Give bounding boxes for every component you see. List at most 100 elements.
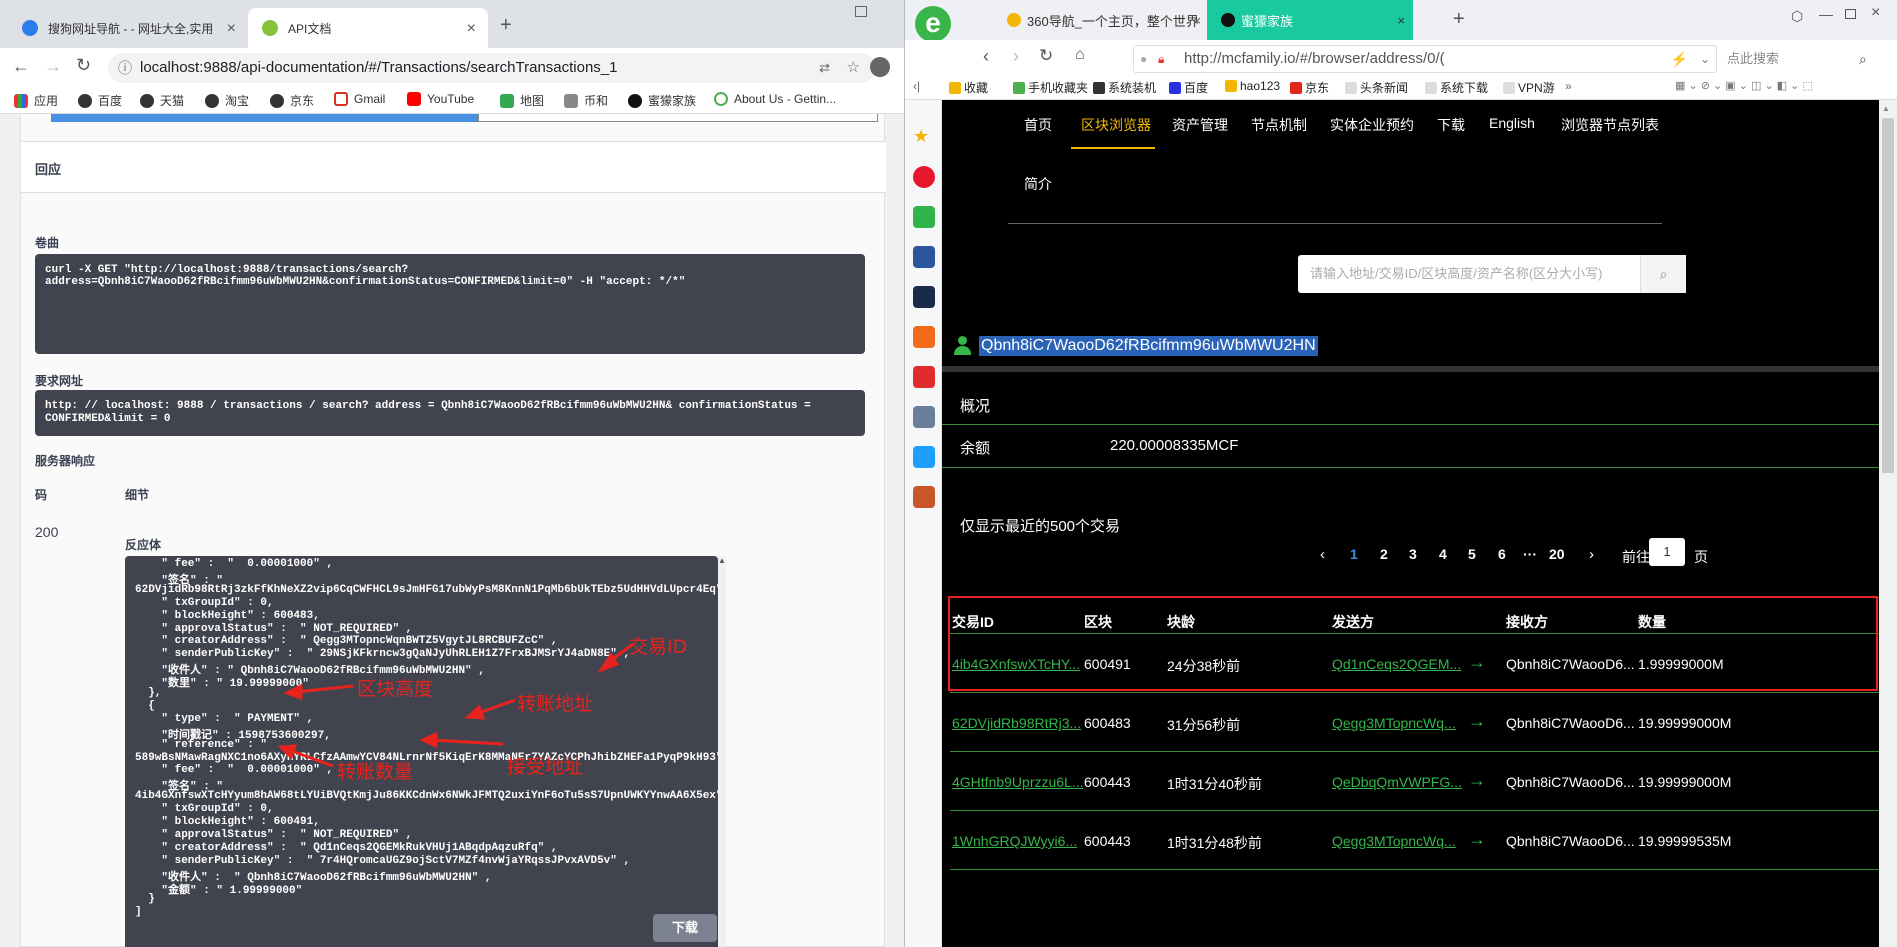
- scroll-thumb[interactable]: [1882, 118, 1894, 473]
- pagination-page[interactable]: 6: [1498, 546, 1506, 562]
- nav-english[interactable]: English: [1489, 115, 1535, 131]
- sogou-favicon-icon: [22, 20, 38, 36]
- close-icon[interactable]: ×: [1397, 13, 1405, 28]
- novel-icon[interactable]: [913, 326, 935, 348]
- extension-icons[interactable]: ▦ ⌄ ⊘ ⌄ ▣ ⌄ ◫ ⌄ ◧ ⌄ ⬚: [1675, 79, 1813, 92]
- bookmark-baidu[interactable]: 百度: [78, 92, 122, 109]
- fav-news[interactable]: 头条新闻: [1345, 79, 1408, 96]
- tab-mcfamily[interactable]: 蜜獴家族 ×: [1207, 0, 1413, 40]
- maximize-icon[interactable]: [855, 6, 867, 17]
- app-icon[interactable]: [913, 286, 935, 308]
- forward-arrow-icon[interactable]: ›: [1013, 46, 1019, 67]
- close-icon[interactable]: ×: [1193, 13, 1201, 28]
- mail-icon[interactable]: [913, 206, 935, 228]
- game-2-icon[interactable]: [913, 486, 935, 508]
- tab-sogou[interactable]: 搜狗网址导航 - - 网址大全,实用 ×: [8, 8, 248, 48]
- star-icon[interactable]: ☆: [847, 53, 860, 83]
- pagination-page[interactable]: 4: [1439, 546, 1447, 562]
- bookmark-jd[interactable]: 京东: [270, 92, 314, 109]
- tab-api-docs[interactable]: API文档 ×: [248, 8, 488, 48]
- scroll-up-icon[interactable]: ▲: [1882, 104, 1890, 113]
- pagination-prev[interactable]: ‹: [1320, 546, 1325, 563]
- fav-system[interactable]: 系统装机: [1093, 79, 1156, 96]
- pagination-ellipsis[interactable]: ···: [1523, 546, 1537, 562]
- goto-page-input[interactable]: 1: [1649, 538, 1685, 566]
- pagination-page[interactable]: 1: [1350, 546, 1358, 562]
- bookmark-gmail[interactable]: Gmail: [334, 92, 385, 106]
- address-bar[interactable]: ● 🔒︎ http://mcfamily.io/#/browser/addres…: [1133, 45, 1717, 73]
- search-box[interactable]: 点此搜索 ⌕: [1717, 45, 1883, 73]
- sender-link[interactable]: QeDbqQmVWPFG...: [1332, 774, 1462, 790]
- bookmark-about-us[interactable]: About Us - Gettin...: [714, 92, 836, 106]
- p-app-icon[interactable]: [913, 446, 935, 468]
- pagination-page[interactable]: 20: [1549, 546, 1565, 562]
- pagination-page[interactable]: 5: [1468, 546, 1476, 562]
- shop-icon[interactable]: [913, 366, 935, 388]
- nav-intro[interactable]: 简介: [1024, 174, 1052, 194]
- nav-home[interactable]: 首页: [1024, 115, 1052, 135]
- browser-logo-icon[interactable]: e: [915, 6, 951, 42]
- account-avatar-icon[interactable]: [870, 57, 890, 77]
- fav-hao123[interactable]: hao123: [1225, 79, 1280, 93]
- word-icon[interactable]: [913, 246, 935, 268]
- bookmark-youtube[interactable]: YouTube: [407, 92, 474, 106]
- close-icon[interactable]: ×: [227, 20, 236, 38]
- hao123-icon: [1225, 80, 1237, 92]
- dropdown-icon[interactable]: ⌄: [1700, 46, 1710, 72]
- minimize-icon[interactable]: —: [1819, 6, 1833, 22]
- pagination-page[interactable]: 3: [1409, 546, 1417, 562]
- back-arrow-icon[interactable]: ←: [12, 56, 30, 77]
- nav-download[interactable]: 下载: [1437, 115, 1465, 135]
- new-tab-button[interactable]: +: [500, 14, 512, 37]
- address-bar[interactable]: ⓘ localhost:9888/api-documentation/#/Tra…: [108, 53, 876, 83]
- bookmark-tmall[interactable]: 天猫: [140, 92, 184, 109]
- tab-360-nav[interactable]: 360导航_一个主页，整个世界 ×: [993, 0, 1205, 40]
- fav-collect[interactable]: 收藏: [949, 79, 988, 96]
- nav-asset-management[interactable]: 资产管理: [1172, 115, 1228, 135]
- sender-link[interactable]: Qegg3MTopncWq...: [1332, 833, 1456, 849]
- bookmark-bihe[interactable]: 币和: [564, 92, 608, 109]
- tx-id-link[interactable]: 62DVjidRb98RtRj3...: [952, 715, 1081, 731]
- fav-jd[interactable]: 京东: [1290, 79, 1329, 96]
- fav-baidu[interactable]: 百度: [1169, 79, 1208, 96]
- bookmark-mcfamily[interactable]: 蜜獴家族: [628, 92, 696, 109]
- address-search-input[interactable]: 请输入地址/交易ID/区块高度/资产名称(区分大小写): [1298, 255, 1640, 293]
- nav-node-mechanism[interactable]: 节点机制: [1251, 115, 1307, 135]
- bookmark-taobao[interactable]: 淘宝: [205, 92, 249, 109]
- more-favorites-button[interactable]: »: [1565, 79, 1572, 93]
- lightning-icon[interactable]: ⚡: [1671, 46, 1688, 72]
- sender-link[interactable]: Qegg3MTopncWq...: [1332, 715, 1456, 731]
- fav-download[interactable]: 系统下载: [1425, 79, 1488, 96]
- wallet-address[interactable]: Qbnh8iC7WaooD62fRBcifmm96uWbMWU2HN: [979, 336, 1318, 356]
- page-scrollbar[interactable]: ▲: [1879, 100, 1897, 947]
- skin-icon[interactable]: ⬡: [1791, 8, 1803, 25]
- nav-node-list[interactable]: 浏览器节点列表: [1561, 115, 1659, 135]
- game-icon[interactable]: [913, 406, 935, 428]
- search-button[interactable]: ⌕: [1640, 255, 1686, 293]
- back-arrow-icon[interactable]: ‹: [983, 46, 989, 67]
- fav-vpn[interactable]: VPN游: [1503, 79, 1555, 96]
- home-icon[interactable]: ⌂: [1075, 46, 1085, 64]
- nav-block-explorer[interactable]: 区块浏览器: [1081, 115, 1151, 135]
- bookmark-maps[interactable]: 地图: [500, 92, 544, 109]
- bookmark-apps[interactable]: 应用: [14, 92, 58, 109]
- search-icon[interactable]: ⌕: [1859, 45, 1867, 73]
- pagination-next[interactable]: ›: [1589, 546, 1594, 563]
- pagination-page[interactable]: 2: [1380, 546, 1388, 562]
- tx-id-link[interactable]: 4GHtfnb9Uprzzu6L...: [952, 774, 1084, 790]
- tx-id-link[interactable]: 1WnhGRQJWyyi6...: [952, 833, 1077, 849]
- new-tab-button[interactable]: +: [1453, 8, 1465, 31]
- weibo-icon[interactable]: [913, 166, 935, 188]
- collapse-sidebar-icon[interactable]: ‹|: [913, 79, 920, 93]
- forward-arrow-icon[interactable]: →: [44, 56, 62, 77]
- favorite-star-icon[interactable]: ★: [913, 126, 935, 148]
- arrow-block-height: [295, 684, 354, 694]
- reload-icon[interactable]: ↻: [76, 55, 91, 76]
- nav-enterprise-booking[interactable]: 实体企业预约: [1330, 115, 1414, 135]
- reload-icon[interactable]: ↻: [1039, 46, 1053, 66]
- fav-mobile[interactable]: 手机收藏夹: [1013, 79, 1088, 96]
- translate-icon[interactable]: ⇄: [819, 53, 830, 83]
- close-window-icon[interactable]: ×: [1871, 4, 1880, 22]
- close-icon[interactable]: ×: [467, 20, 476, 38]
- maximize-icon[interactable]: [1845, 9, 1856, 19]
